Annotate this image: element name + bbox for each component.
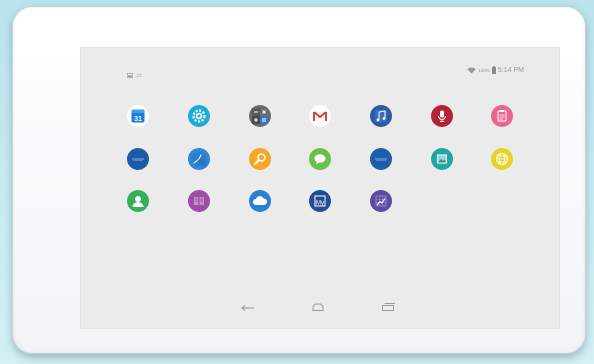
app-calculator[interactable] xyxy=(249,105,271,127)
app-voice-recorder[interactable] xyxy=(431,105,453,127)
app-my[interactable]: My xyxy=(309,190,331,212)
app-video[interactable] xyxy=(370,148,392,170)
gear-icon xyxy=(192,109,206,123)
clock-icon xyxy=(192,152,208,168)
app-browser[interactable] xyxy=(491,148,513,170)
music-icon xyxy=(375,110,387,122)
home-button[interactable] xyxy=(308,297,328,317)
back-button[interactable] xyxy=(238,297,258,317)
app-contacts[interactable] xyxy=(127,190,149,212)
microphone-icon xyxy=(438,110,446,122)
app-stocks[interactable] xyxy=(370,190,392,212)
app-gmail[interactable] xyxy=(309,105,331,127)
app-gallery[interactable] xyxy=(431,148,453,170)
my-app-label: My xyxy=(316,201,324,207)
tv-icon xyxy=(375,158,387,161)
back-arrow-icon xyxy=(241,305,254,311)
app-tv[interactable] xyxy=(127,148,149,170)
recent-apps-button[interactable] xyxy=(378,297,398,317)
gallery-icon xyxy=(437,154,447,164)
app-calendar[interactable]: 31 xyxy=(127,105,149,127)
person-icon xyxy=(132,196,144,207)
app-settings[interactable] xyxy=(188,105,210,127)
navigation-bar xyxy=(80,297,560,317)
cloud-icon xyxy=(253,196,268,205)
tablet-frame: 100% 5:14 PM 31 My xyxy=(12,6,586,354)
globe-icon xyxy=(496,153,508,165)
app-clock[interactable] xyxy=(188,148,210,170)
app-cloud[interactable] xyxy=(249,190,271,212)
chat-icon xyxy=(314,154,326,165)
calculator-icon xyxy=(252,108,268,124)
app-search[interactable] xyxy=(249,148,271,170)
tv-icon xyxy=(132,158,144,161)
gmail-icon xyxy=(313,111,327,121)
clipboard-icon xyxy=(497,110,507,122)
book-icon xyxy=(194,197,204,205)
app-grid: 31 My xyxy=(80,47,560,247)
home-icon xyxy=(312,303,324,311)
app-ebook[interactable] xyxy=(188,190,210,212)
my-icon: My xyxy=(314,195,326,207)
app-music[interactable] xyxy=(370,105,392,127)
app-notes[interactable] xyxy=(491,105,513,127)
app-messaging[interactable] xyxy=(309,148,331,170)
calendar-day-label: 31 xyxy=(134,116,142,123)
recent-apps-icon xyxy=(382,303,395,311)
calendar-icon: 31 xyxy=(131,109,145,123)
search-icon xyxy=(254,153,266,165)
tablet-screen: 100% 5:14 PM 31 My xyxy=(80,47,560,329)
chart-icon xyxy=(375,195,387,207)
